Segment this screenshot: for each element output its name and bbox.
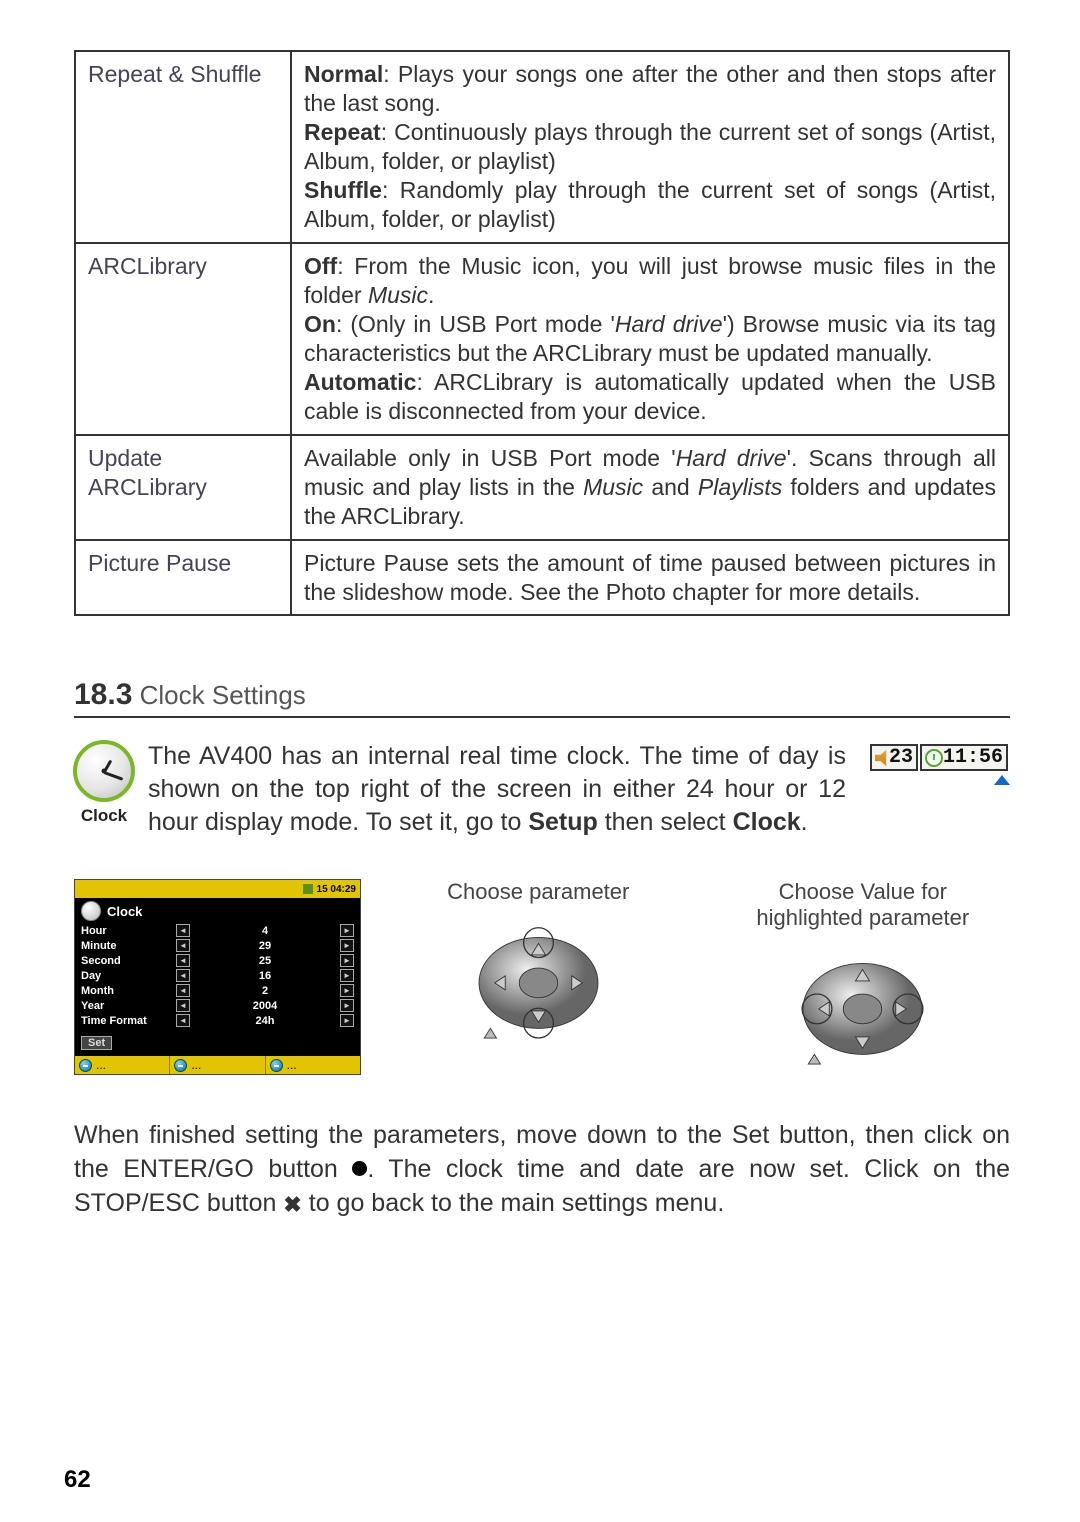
bottom-label: ... [287,1058,297,1072]
clock-row: Day◄16► [81,968,354,983]
status-time-badge: 23 11:56 [870,744,1010,771]
clock-row: Hour◄4► [81,923,354,938]
status-text: 15 04:29 [317,884,356,895]
section-number: 18.3 [74,678,132,711]
clock-row-value: 25 [190,955,340,967]
clock-icon-label: Clock [81,806,127,826]
section-heading: 18.3 Clock Settings [74,678,1010,718]
screenshot-title: Clock [107,904,142,919]
clock-row-value: 16 [190,970,340,982]
clock-row: Second◄25► [81,953,354,968]
clock-small-icon [81,901,101,921]
screenshot-heading: Clock [75,898,360,923]
clock-row-label: Second [81,955,176,967]
clock-row-label: Day [81,970,176,982]
device-screenshot: 15 04:29 Clock Hour◄4►Minute◄29►Second◄2… [74,879,361,1075]
page-number: 62 [64,1466,91,1494]
clock-row-label: Time Format [81,1015,176,1027]
right-arrow-icon: ► [340,939,354,952]
volume-indicator: 23 [870,744,918,771]
minus-icon [79,1059,92,1072]
time-indicator: 11:56 [920,744,1008,771]
left-arrow-icon: ◄ [176,999,190,1012]
set-button: Set [81,1036,112,1050]
minus-icon [270,1059,283,1072]
clock-row: Time Format◄24h► [81,1013,354,1028]
right-arrow-icon: ► [340,984,354,997]
left-arrow-icon: ◄ [176,954,190,967]
left-arrow-icon: ◄ [176,969,190,982]
clock-row-label: Minute [81,940,176,952]
clock-row-value: 2 [190,985,340,997]
dpad-illustration-leftright [775,937,950,1072]
clock-icon-block: Clock [74,740,134,826]
clock-row: Year◄2004► [81,998,354,1013]
pad-caption-right-l1: Choose Value for [779,879,947,904]
bottom-label: ... [191,1058,201,1072]
settings-table: Repeat & ShuffleNormal: Plays your songs… [74,50,1010,616]
scroll-up-icon [994,775,1010,785]
setting-description: Available only in USB Port mode 'Hard dr… [291,435,1009,540]
setting-description: Off: From the Music icon, you will just … [291,243,1009,435]
right-arrow-icon: ► [340,969,354,982]
right-arrow-icon: ► [340,954,354,967]
left-arrow-icon: ◄ [176,924,190,937]
clock-row-value: 29 [190,940,340,952]
setting-name: Repeat & Shuffle [75,51,291,243]
setting-name: ARCLibrary [75,243,291,435]
table-row: Update ARCLibraryAvailable only in USB P… [75,435,1009,540]
dpad-illustration-updown [451,911,626,1046]
table-row: ARCLibraryOff: From the Music icon, you … [75,243,1009,435]
table-row: Picture PausePicture Pause sets the amou… [75,540,1009,616]
clock-mini-icon [925,749,943,767]
right-arrow-icon: ► [340,924,354,937]
clock-row: Month◄2► [81,983,354,998]
setting-description: Normal: Plays your songs one after the o… [291,51,1009,243]
clock-row-label: Month [81,985,176,997]
pad-caption-right-l2: highlighted parameter [756,905,969,930]
time-value: 11:56 [943,746,1003,769]
volume-value: 23 [889,746,913,769]
setting-name: Update ARCLibrary [75,435,291,540]
setting-description: Picture Pause sets the amount of time pa… [291,540,1009,616]
clock-icon [73,740,135,802]
clock-row-value: 24h [190,1015,340,1027]
closing-paragraph: When finished setting the parameters, mo… [74,1118,1010,1220]
screenshot-statusbar: 15 04:29 [75,880,360,898]
clock-row-value: 2004 [190,1000,340,1012]
right-arrow-icon: ► [340,1014,354,1027]
table-row: Repeat & ShuffleNormal: Plays your songs… [75,51,1009,243]
intro-text: The AV400 has an internal real time cloc… [148,740,846,839]
pad-caption-left: Choose parameter [391,879,686,905]
status-icon [303,884,313,894]
speaker-icon [875,750,889,766]
bottom-label: ... [96,1058,106,1072]
left-arrow-icon: ◄ [176,984,190,997]
setting-name: Picture Pause [75,540,291,616]
section-title: Clock Settings [132,680,305,710]
left-arrow-icon: ◄ [176,1014,190,1027]
clock-row: Minute◄29► [81,938,354,953]
minus-icon [174,1059,187,1072]
screenshot-bottombar: ... ... ... [75,1056,360,1074]
clock-row-value: 4 [190,925,340,937]
right-arrow-icon: ► [340,999,354,1012]
left-arrow-icon: ◄ [176,939,190,952]
clock-row-label: Hour [81,925,176,937]
clock-row-label: Year [81,1000,176,1012]
